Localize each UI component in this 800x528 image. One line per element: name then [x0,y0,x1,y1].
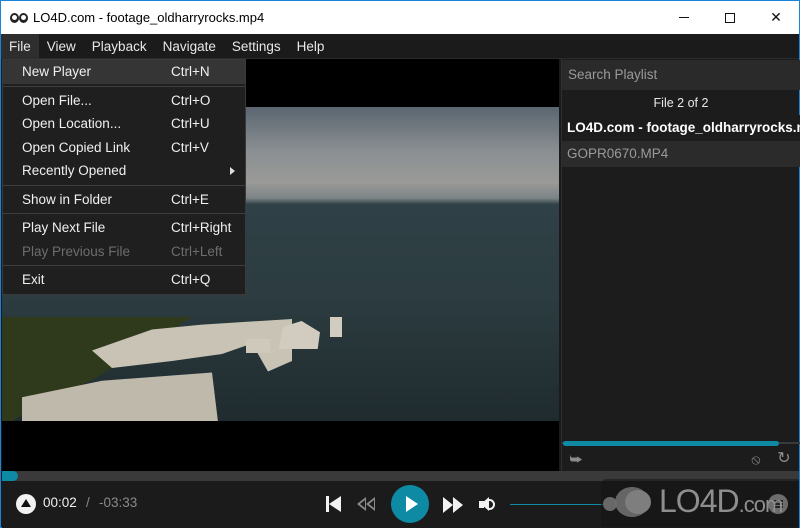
menu-item-shortcut: Ctrl+O [171,92,211,108]
menu-item-shortcut: Ctrl+E [171,191,209,207]
menu-separator [3,265,245,266]
menu-item-shortcut: Ctrl+Right [171,220,232,235]
menu-item-open-location[interactable]: Open Location... Ctrl+U [3,112,245,136]
submenu-arrow-icon [230,167,235,175]
maximize-icon [725,12,735,23]
playlist-scrollbar[interactable] [563,441,779,446]
watermark-suffix: .com [738,492,784,517]
menu-item-label: Open Location... [22,116,122,131]
menu-item-new-player[interactable]: New Player Ctrl+N [3,60,245,84]
menu-item-label: Open Copied Link [22,139,131,155]
watermark: LO4D.com [601,479,799,527]
watermark-brand: LO4D [659,483,740,519]
menu-item-open-copied-link[interactable]: Open Copied Link Ctrl+V [3,136,245,160]
playlist-count: File 2 of 2 [653,96,709,110]
repeat-icon[interactable]: ↻ [775,451,793,467]
seek-bar-progress [2,471,18,481]
open-file-button[interactable] [16,494,36,514]
menu-item-label: Play Previous File [22,243,131,259]
menu-separator [3,85,245,87]
playlist-panel: Search Playlist File 2 of 2 LO4D.com - f… [561,59,800,471]
menu-item-shortcut: Ctrl+Left [171,243,223,259]
close-button[interactable]: ✕ [753,1,799,34]
rewind-icon-part [366,497,375,511]
hide-icon[interactable]: ⦸ [747,451,765,467]
menu-item-label: Recently Opened [22,163,127,178]
video-rock-stack [330,317,342,337]
time-remaining[interactable]: -03:33 [99,495,137,510]
volume-icon-wave [488,499,495,510]
menu-settings[interactable]: Settings [224,34,289,59]
menu-item-shortcut: Ctrl+U [171,116,210,131]
menu-item-open-file[interactable]: Open File... Ctrl+O [3,89,245,113]
rewind-button[interactable] [357,493,379,515]
time-separator: / [86,495,90,510]
menu-item-label: Exit [22,272,45,287]
playlist-item-current[interactable]: LO4D.com - footage_oldharryrocks.mp4 [562,115,800,141]
minimize-icon [679,17,689,18]
menu-view[interactable]: View [39,34,84,59]
window-title: LO4D.com - footage_oldharryrocks.mp4 [33,10,265,25]
menu-item-play-previous-file: Play Previous File Ctrl+Left [3,240,245,264]
menu-item-label: Play Next File [22,220,106,235]
menu-item-exit[interactable]: Exit Ctrl+Q [3,268,245,292]
watermark-text: LO4D.com [659,483,784,520]
play-button[interactable] [391,485,429,523]
maximize-button[interactable] [707,1,753,34]
lo4d-logo-icon [615,487,651,517]
playlist-item[interactable]: GOPR0670.MP4 [562,141,800,167]
volume-slider[interactable] [510,504,610,505]
minimize-button[interactable] [661,1,707,34]
time-current: 00:02 [43,495,77,510]
previous-icon-triangle [329,496,341,512]
menu-item-label: Open File... [22,92,92,108]
app-window: LO4D.com - footage_oldharryrocks.mp4 ✕ F… [0,0,800,528]
file-menu-dropdown: New Player Ctrl+N Open File... Ctrl+O Op… [2,59,246,295]
app-logo-icon [10,11,28,25]
rewind-icon [357,497,366,511]
playlist-footer: ⮩ ⦸ ↻ [562,447,800,471]
menu-item-show-in-folder[interactable]: Show in Folder Ctrl+E [3,188,245,212]
menu-item-label: Show in Folder [22,191,113,207]
volume-button[interactable] [478,493,498,515]
menu-item-shortcut: Ctrl+N [171,64,210,79]
menu-item-play-next-file[interactable]: Play Next File Ctrl+Right [3,216,245,240]
fast-forward-icon-part [453,497,463,513]
close-icon: ✕ [770,9,782,25]
menu-help[interactable]: Help [289,34,333,59]
video-rock-stack [246,339,270,353]
menu-item-shortcut: Ctrl+V [171,139,209,155]
playlist-search-input[interactable]: Search Playlist [562,60,800,90]
menu-item-recently-opened[interactable]: Recently Opened [3,159,245,183]
fast-forward-icon [443,497,453,513]
menu-item-shortcut: Ctrl+Q [171,272,211,287]
previous-button[interactable] [325,493,343,515]
menu-item-label: New Player [22,64,92,79]
title-bar: LO4D.com - footage_oldharryrocks.mp4 ✕ [1,1,799,34]
menu-separator [3,184,245,186]
move-to-icon[interactable]: ⮩ [567,451,585,467]
menu-navigate[interactable]: Navigate [155,34,224,59]
menu-separator [3,213,245,214]
menu-playback[interactable]: Playback [84,34,155,59]
menu-file[interactable]: File [1,33,39,59]
menu-bar: File View Playback Navigate Settings Hel… [1,33,799,59]
fast-forward-button[interactable] [443,493,465,515]
